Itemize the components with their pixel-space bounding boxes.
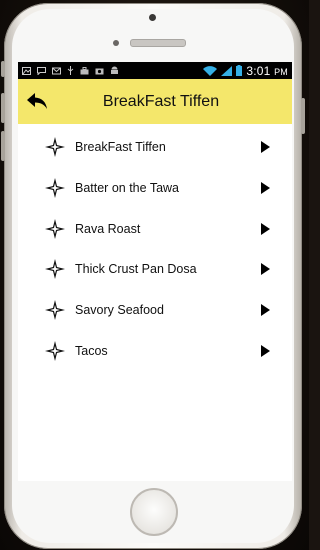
list-item[interactable]: Thick Crust Pan Dosa: [18, 249, 292, 290]
power-button: [301, 98, 305, 134]
list-item-label: Tacos: [75, 343, 108, 358]
list-item-label: Batter on the Tawa: [75, 181, 180, 196]
list-item-label: Savory Seafood: [75, 303, 164, 318]
image-icon: [22, 66, 31, 75]
list-item[interactable]: Batter on the Tawa: [18, 168, 292, 209]
list-item[interactable]: Rava Roast: [18, 208, 292, 249]
menu-list: BreakFast Tiffen Batter on the Tawa Rava…: [18, 124, 292, 371]
four-point-star-icon: [45, 137, 65, 158]
four-point-star-icon: [45, 340, 65, 361]
volume-up-button: [1, 93, 5, 123]
four-point-star-icon: [45, 300, 65, 321]
bag-icon: [80, 66, 89, 74]
front-camera: [149, 14, 156, 21]
usb-icon: [67, 66, 74, 75]
chevron-right-icon: [261, 182, 270, 195]
clock: 3:01 PM: [246, 63, 288, 78]
home-button[interactable]: [130, 488, 178, 536]
list-item-label: BreakFast Tiffen: [75, 140, 166, 155]
list-item[interactable]: BreakFast Tiffen: [18, 127, 292, 168]
volume-down-button: [1, 131, 5, 161]
chevron-right-icon: [261, 222, 270, 235]
battery-icon: [236, 65, 243, 76]
chevron-right-icon: [261, 263, 270, 276]
list-item-label: Rava Roast: [75, 221, 141, 236]
mail-icon: [52, 67, 61, 74]
android-icon: [111, 66, 118, 74]
status-bar: 3:01 PM: [18, 62, 292, 79]
screen: 3:01 PM BreakFast Tiffen BreakFast Tiffe…: [18, 62, 292, 481]
list-item-label: Thick Crust Pan Dosa: [75, 262, 197, 277]
back-arrow-icon[interactable]: [26, 91, 48, 111]
four-point-star-icon: [45, 218, 65, 239]
list-item[interactable]: Savory Seafood: [18, 290, 292, 331]
four-point-star-icon: [45, 178, 65, 199]
list-item[interactable]: Tacos: [18, 330, 292, 371]
page-title: BreakFast Tiffen: [102, 92, 220, 110]
proximity-sensor: [113, 40, 119, 46]
chevron-right-icon: [261, 141, 270, 154]
earpiece-speaker: [130, 39, 186, 47]
signal-icon: [221, 65, 233, 76]
chevron-right-icon: [261, 304, 270, 317]
app-bar: BreakFast Tiffen: [18, 79, 292, 124]
camera-icon: [95, 68, 104, 74]
mute-switch: [1, 61, 5, 77]
wifi-icon: [203, 65, 218, 76]
four-point-star-icon: [45, 259, 65, 280]
chat-icon: [37, 66, 46, 75]
chevron-right-icon: [261, 344, 270, 357]
